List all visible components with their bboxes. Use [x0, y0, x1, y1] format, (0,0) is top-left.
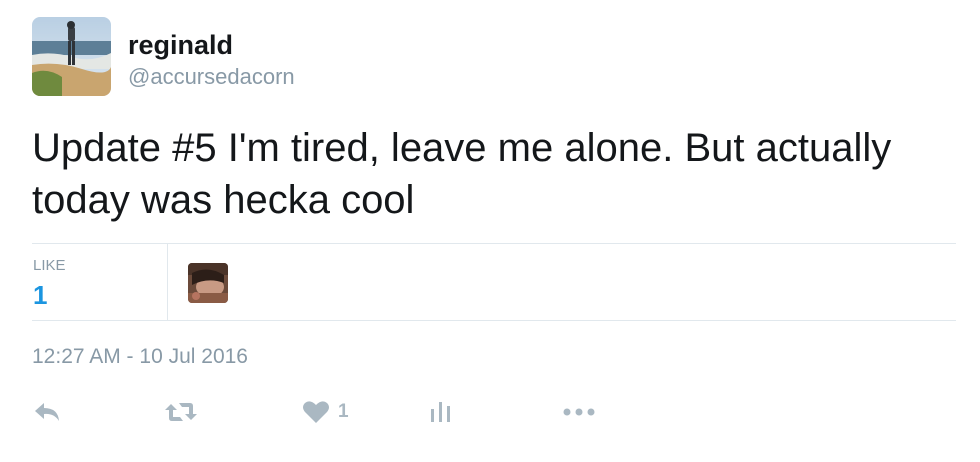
likes-count[interactable]: 1 — [33, 280, 47, 311]
beach-photo-icon — [32, 17, 111, 96]
tweet-actions: 1 — [32, 392, 956, 432]
analytics-button[interactable] — [430, 392, 452, 432]
tweet-text: Update #5 I'm tired, leave me alone. But… — [32, 126, 892, 222]
liker-photo-icon — [188, 263, 228, 303]
reply-button[interactable] — [32, 392, 62, 432]
more-icon — [563, 408, 595, 416]
likes-label: LIKE — [33, 257, 66, 274]
liker-avatar[interactable] — [188, 263, 228, 303]
reply-icon — [35, 403, 59, 421]
author-display-name[interactable]: reginald — [128, 29, 233, 61]
tweet-card: reginald @accursedacorn Update #5 I'm ti… — [0, 0, 980, 462]
like-button[interactable]: 1 — [302, 392, 349, 432]
author-avatar[interactable] — [32, 17, 111, 96]
more-button[interactable] — [562, 392, 598, 432]
divider — [32, 320, 956, 321]
analytics-icon — [431, 402, 450, 422]
tweet-timestamp[interactable]: 12:27 AM - 10 Jul 2016 — [32, 344, 248, 370]
likes-stat[interactable]: LIKE 1 — [32, 244, 168, 320]
like-action-count: 1 — [338, 401, 349, 422]
heart-icon — [303, 401, 329, 423]
tweet-stats: LIKE 1 — [32, 244, 956, 320]
author-handle[interactable]: @accursedacorn — [128, 63, 295, 91]
retweet-button[interactable] — [164, 392, 198, 432]
retweet-icon — [165, 403, 197, 421]
